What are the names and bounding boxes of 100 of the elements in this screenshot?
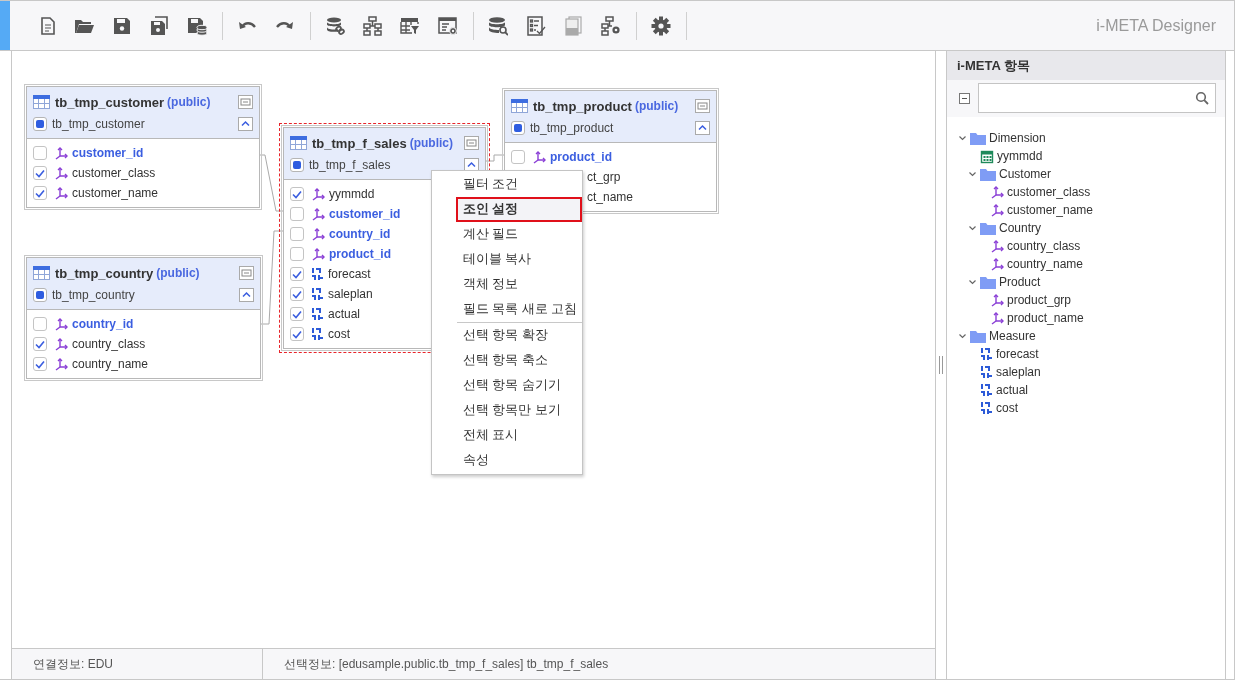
menu-item[interactable]: 선택 항목만 보기 xyxy=(432,398,582,423)
checkbox[interactable] xyxy=(290,287,304,301)
checkbox[interactable] xyxy=(290,327,304,341)
calendar-icon xyxy=(980,148,994,164)
chevron-icon[interactable] xyxy=(968,279,976,285)
field-name: country_id xyxy=(72,317,134,331)
folder-icon xyxy=(980,275,996,289)
table-icon xyxy=(33,95,50,109)
tree-item[interactable]: customer_name xyxy=(1007,203,1094,217)
tree-item[interactable]: customer_class xyxy=(1007,185,1091,199)
checkbox[interactable] xyxy=(33,337,47,351)
search-icon[interactable] xyxy=(1195,91,1209,105)
tree-item[interactable]: yymmdd xyxy=(997,149,1043,163)
table-alias: tb_tmp_f_sales xyxy=(309,158,391,172)
field-name: customer_id xyxy=(72,146,144,160)
field-name: ct_name xyxy=(587,190,634,204)
field-name: customer_name xyxy=(72,186,159,200)
field-name: actual xyxy=(328,307,361,321)
table-icon xyxy=(290,136,307,150)
tree-item[interactable]: product_grp xyxy=(1007,293,1072,307)
chevron-icon[interactable] xyxy=(968,225,976,231)
field-name: product_id xyxy=(329,247,391,261)
axis-icon xyxy=(990,239,1004,253)
tree-item[interactable]: Product xyxy=(999,275,1041,289)
panel-title: i-META 항목 xyxy=(947,51,1225,80)
checkbox[interactable] xyxy=(290,227,304,241)
floppy-stack-icon xyxy=(149,15,170,36)
window-gear-icon xyxy=(437,15,458,36)
toggle-icon[interactable] xyxy=(290,158,304,172)
checklist-icon xyxy=(525,15,546,36)
chevron-icon[interactable] xyxy=(958,333,966,339)
menu-item[interactable]: 조인 설정 xyxy=(456,197,582,222)
collapse-icon[interactable] xyxy=(239,288,254,302)
hierarchy-icon xyxy=(362,15,383,36)
axis-icon xyxy=(311,247,325,261)
field-name: forecast xyxy=(328,267,371,281)
table-node[interactable]: tb_tmp_customer (public) tb_tmp_customer customer_id customer_class customer_name xyxy=(26,86,260,208)
tree-item[interactable]: Measure xyxy=(989,329,1036,343)
schema-name: (public) xyxy=(634,99,679,113)
axis-icon xyxy=(311,207,325,221)
toggle-icon[interactable] xyxy=(33,288,47,302)
field-name: country_name xyxy=(72,357,149,371)
folder-icon xyxy=(970,131,986,145)
axis-icon xyxy=(54,357,68,371)
hierarchy-gear-icon xyxy=(600,15,621,36)
tree-item[interactable]: Dimension xyxy=(989,131,1046,145)
splitter-handle[interactable] xyxy=(939,356,943,374)
field-name: ct_grp xyxy=(587,170,621,184)
table-name: tb_tmp_f_sales xyxy=(312,135,407,151)
table-alias: tb_tmp_country xyxy=(52,288,135,302)
field-name: country_class xyxy=(72,337,146,351)
checkbox[interactable] xyxy=(290,267,304,281)
tree-item[interactable]: forecast xyxy=(996,347,1039,361)
menu-item[interactable]: 전체 표시 xyxy=(432,423,582,448)
tree-item[interactable]: saleplan xyxy=(996,365,1041,379)
checkbox[interactable] xyxy=(33,146,47,160)
collapse-icon[interactable] xyxy=(695,121,710,135)
schema-name: (public) xyxy=(156,266,200,280)
axis-icon xyxy=(532,150,546,164)
checkbox[interactable] xyxy=(511,150,525,164)
axis-icon xyxy=(990,203,1004,217)
table-name: tb_tmp_country xyxy=(55,265,154,281)
table-name: tb_tmp_product xyxy=(533,98,632,114)
tree-item[interactable]: Country xyxy=(999,221,1042,235)
checkbox[interactable] xyxy=(290,207,304,221)
chevron-icon[interactable] xyxy=(968,171,976,177)
menu-item[interactable]: 속성 xyxy=(432,448,582,473)
tree-item[interactable]: product_name xyxy=(1007,311,1084,325)
table-name: tb_tmp_customer xyxy=(55,94,165,110)
toggle-icon[interactable] xyxy=(33,117,47,131)
table-node[interactable]: tb_tmp_country (public) tb_tmp_country country_id country_class country_name xyxy=(26,257,261,379)
folder-icon xyxy=(970,329,986,343)
documents-icon xyxy=(563,15,584,36)
checkbox[interactable] xyxy=(33,166,47,180)
chevron-icon[interactable] xyxy=(958,135,966,141)
collapse-icon[interactable] xyxy=(238,117,253,131)
search-field[interactable] xyxy=(978,83,1216,113)
menu-item[interactable]: 선택 항목 축소 xyxy=(432,348,582,373)
tree-item[interactable]: cost xyxy=(996,401,1018,415)
checkbox[interactable] xyxy=(33,186,47,200)
tree-item[interactable]: country_class xyxy=(1007,239,1081,253)
axis-icon xyxy=(54,146,68,160)
toggle-icon[interactable] xyxy=(511,121,525,135)
database-link-icon xyxy=(325,15,346,36)
tree-item[interactable]: Customer xyxy=(999,167,1051,181)
tree-item[interactable]: country_name xyxy=(1007,257,1084,271)
checkbox[interactable] xyxy=(290,247,304,261)
axis-icon xyxy=(54,186,68,200)
checkbox[interactable] xyxy=(290,187,304,201)
field-name: country_id xyxy=(329,227,391,241)
checkbox[interactable] xyxy=(33,357,47,371)
table-alias: tb_tmp_customer xyxy=(52,117,145,131)
checkbox[interactable] xyxy=(290,307,304,321)
collapse-all-icon[interactable] xyxy=(959,92,970,104)
tree-item[interactable]: actual xyxy=(996,383,1029,397)
field-name: product_id xyxy=(550,150,612,164)
menu-item[interactable]: 선택 항목 숨기기 xyxy=(432,373,582,398)
field-name: cost xyxy=(328,327,350,341)
checkbox[interactable] xyxy=(33,317,47,331)
axis-icon xyxy=(311,187,325,201)
